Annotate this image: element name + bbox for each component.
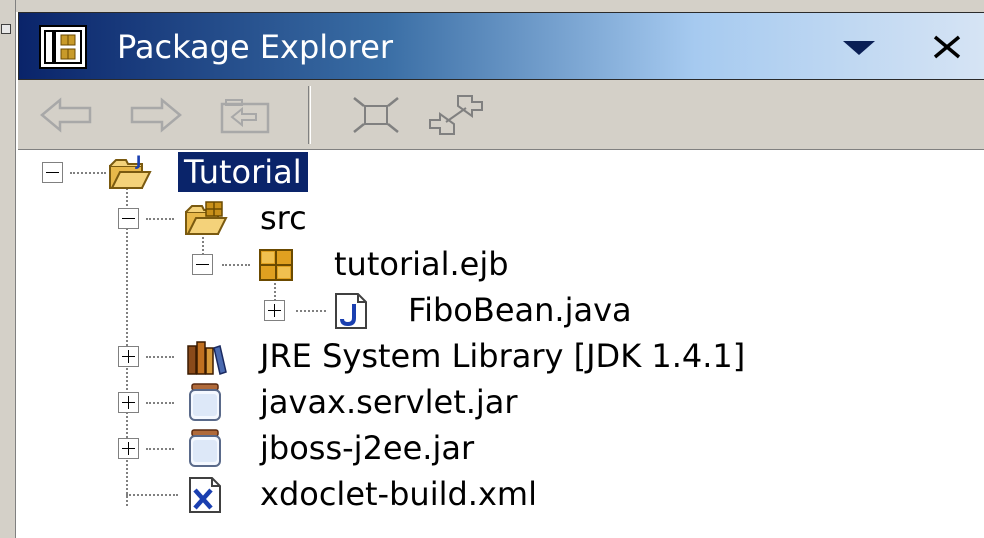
tree-item-xml-file[interactable]: xdoclet-build.xml	[18, 472, 984, 516]
up-folder-icon[interactable]	[218, 92, 274, 138]
restore-view-icon[interactable]	[1, 24, 11, 34]
collapse-toggle[interactable]	[118, 208, 139, 229]
tree-item-label: JRE System Library [JDK 1.4.1]	[260, 337, 746, 375]
expand-toggle[interactable]	[118, 438, 139, 459]
tree-item-label: Tutorial	[178, 152, 308, 192]
collapse-all-icon[interactable]	[348, 92, 404, 138]
collapse-toggle[interactable]	[42, 162, 63, 183]
tree-item-jre-library[interactable]: JRE System Library [JDK 1.4.1]	[18, 334, 984, 378]
package-explorer-icon	[39, 25, 87, 69]
tree-item-project[interactable]: J Tutorial	[18, 150, 984, 194]
view-title: Package Explorer	[117, 28, 394, 66]
tree-item-label: tutorial.ejb	[334, 245, 509, 283]
source-folder-icon	[185, 201, 228, 235]
back-arrow-icon[interactable]	[38, 92, 94, 138]
package-icon	[259, 249, 293, 281]
collapse-toggle[interactable]	[192, 254, 213, 275]
view-toolbar	[18, 80, 984, 150]
tree-item-label: xdoclet-build.xml	[260, 475, 537, 513]
toolbar-separator	[308, 86, 311, 144]
tree-item-jar[interactable]: jboss-j2ee.jar	[18, 426, 984, 470]
tree-item-label: src	[260, 199, 307, 237]
tree-item-java-file[interactable]: FiboBean.java	[18, 288, 984, 332]
forward-arrow-icon[interactable]	[128, 92, 184, 138]
tree-item-jar[interactable]: javax.servlet.jar	[18, 380, 984, 424]
library-books-icon	[187, 341, 227, 375]
tree-item-label: jboss-j2ee.jar	[260, 429, 475, 467]
view-menu-triangle-icon[interactable]	[837, 27, 881, 67]
close-icon[interactable]	[925, 27, 969, 67]
tree-item-package[interactable]: tutorial.ejb	[18, 242, 984, 286]
svg-text:J: J	[135, 154, 141, 170]
link-with-editor-icon[interactable]	[428, 92, 484, 138]
package-explorer-view: Package Explorer J Tutorial src tutorial…	[16, 12, 984, 538]
xml-file-icon	[189, 477, 221, 513]
jar-icon	[189, 383, 221, 421]
workbench-sash[interactable]	[0, 0, 16, 538]
tree-item-src[interactable]: src	[18, 196, 984, 240]
java-file-icon	[335, 293, 367, 329]
expand-toggle[interactable]	[118, 346, 139, 367]
expand-toggle[interactable]	[264, 300, 285, 321]
jar-icon	[189, 429, 221, 467]
java-project-folder-icon: J	[109, 154, 152, 189]
tree-item-label: javax.servlet.jar	[260, 383, 518, 421]
tree-item-label: FiboBean.java	[408, 291, 632, 329]
expand-toggle[interactable]	[118, 392, 139, 413]
project-tree[interactable]: J Tutorial src tutorial.ejb FiboBean.jav…	[18, 150, 984, 538]
view-title-bar[interactable]: Package Explorer	[18, 12, 984, 80]
